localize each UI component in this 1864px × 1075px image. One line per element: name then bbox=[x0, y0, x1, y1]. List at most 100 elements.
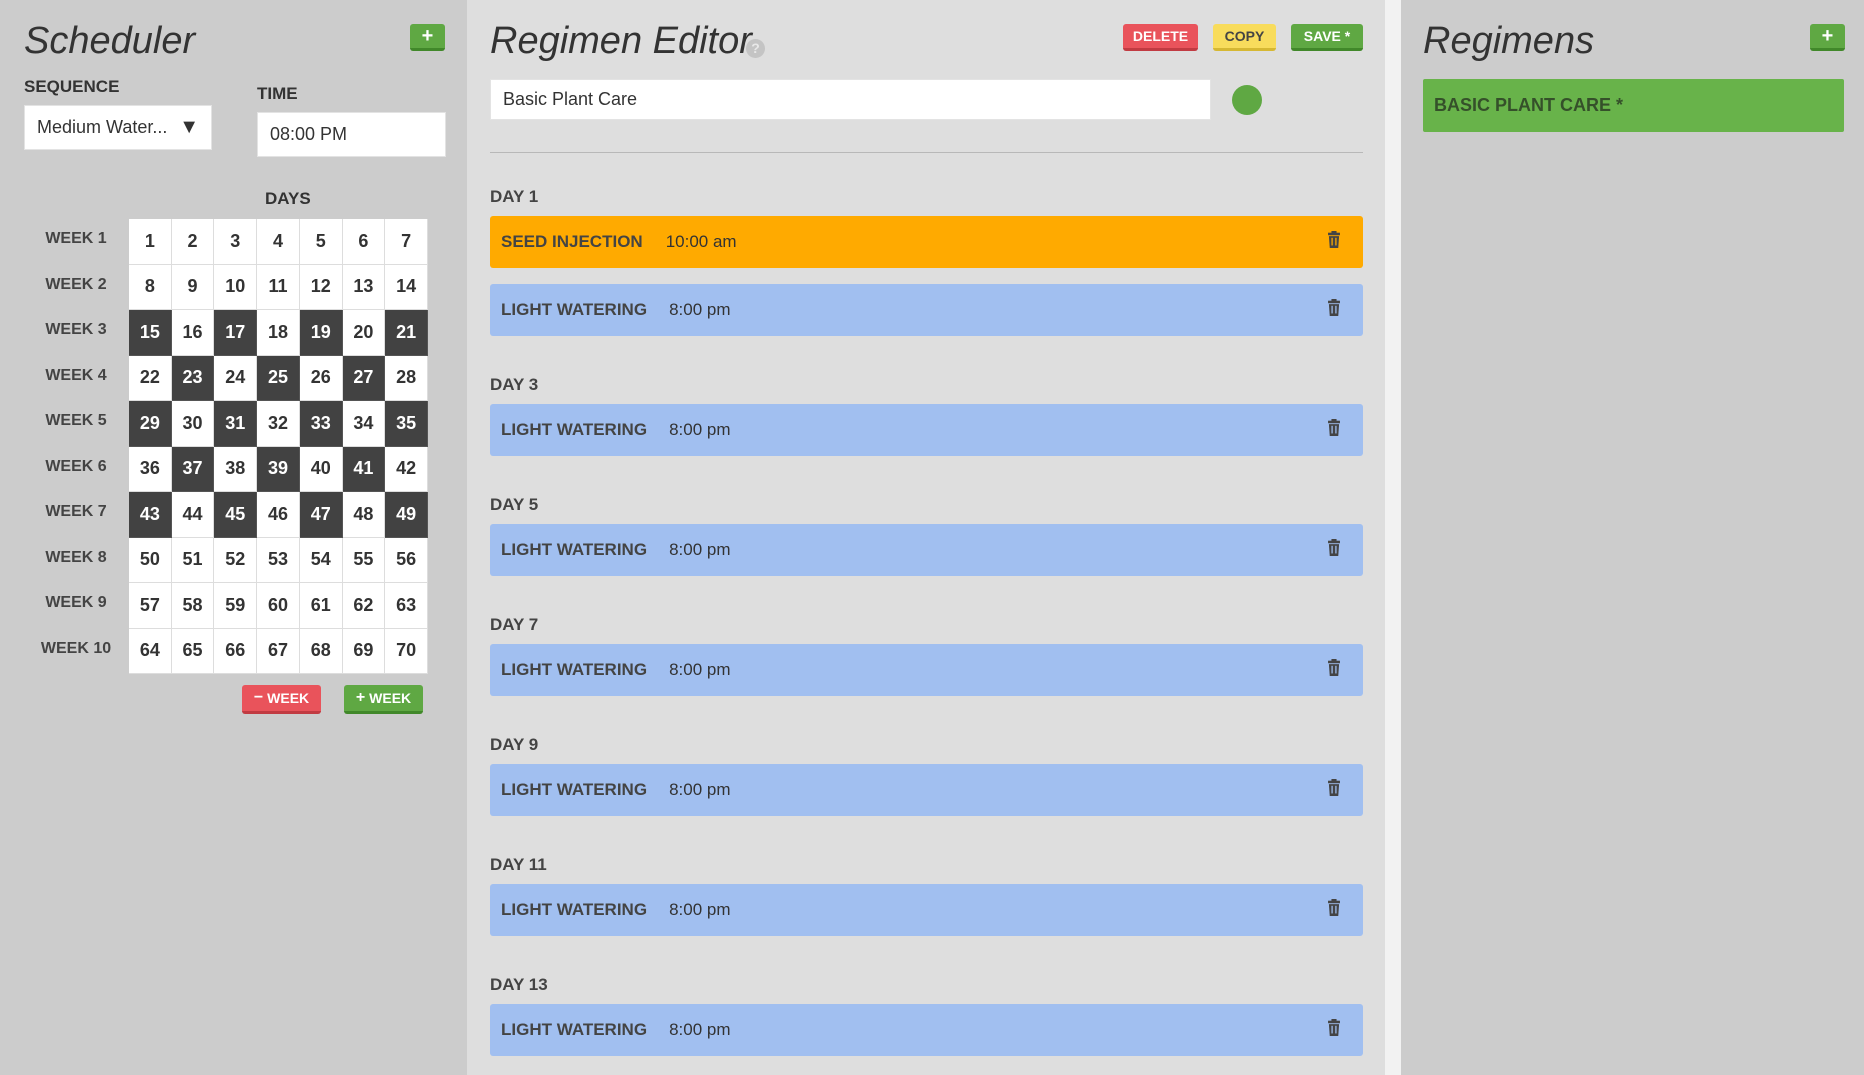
time-input[interactable]: 08:00 PM bbox=[257, 112, 446, 157]
day-cell[interactable]: 52 bbox=[214, 537, 258, 583]
regimen-item[interactable]: LIGHT WATERING 8:00 pm bbox=[490, 284, 1363, 336]
day-cell[interactable]: 35 bbox=[385, 401, 428, 447]
day-cell[interactable]: 36 bbox=[129, 446, 172, 492]
trash-icon[interactable] bbox=[1327, 299, 1343, 319]
day-cell[interactable]: 27 bbox=[342, 355, 386, 401]
day-cell[interactable]: 65 bbox=[171, 628, 215, 674]
regimen-item[interactable]: LIGHT WATERING 8:00 pm bbox=[490, 1004, 1363, 1056]
day-cell[interactable]: 48 bbox=[342, 492, 386, 538]
day-cell[interactable]: 64 bbox=[129, 628, 172, 674]
day-cell[interactable]: 6 bbox=[342, 219, 386, 265]
day-cell[interactable]: 12 bbox=[299, 264, 343, 310]
day-cell[interactable]: 33 bbox=[299, 401, 343, 447]
day-cell[interactable]: 21 bbox=[385, 310, 428, 356]
day-cell[interactable]: 50 bbox=[129, 537, 172, 583]
day-cell[interactable]: 28 bbox=[385, 355, 428, 401]
copy-button[interactable]: COPY bbox=[1213, 24, 1276, 51]
day-cell[interactable]: 41 bbox=[342, 446, 386, 492]
day-cell[interactable]: 54 bbox=[299, 537, 343, 583]
day-cell[interactable]: 53 bbox=[257, 537, 300, 583]
trash-icon[interactable] bbox=[1327, 231, 1343, 251]
day-cell[interactable]: 38 bbox=[214, 446, 258, 492]
day-cell[interactable]: 40 bbox=[299, 446, 343, 492]
day-cell[interactable]: 44 bbox=[171, 492, 215, 538]
day-cell[interactable]: 57 bbox=[129, 583, 172, 629]
regimen-item[interactable]: LIGHT WATERING 8:00 pm bbox=[490, 884, 1363, 936]
day-cell[interactable]: 4 bbox=[257, 219, 300, 265]
save-button[interactable]: SAVE * bbox=[1291, 24, 1363, 51]
trash-icon[interactable] bbox=[1327, 539, 1343, 559]
trash-icon[interactable] bbox=[1327, 659, 1343, 679]
day-cell[interactable]: 31 bbox=[214, 401, 258, 447]
day-cell[interactable]: 60 bbox=[257, 583, 300, 629]
day-cell[interactable]: 14 bbox=[385, 264, 428, 310]
day-cell[interactable]: 34 bbox=[342, 401, 386, 447]
day-cell[interactable]: 69 bbox=[342, 628, 386, 674]
day-cell[interactable]: 17 bbox=[214, 310, 258, 356]
day-cell[interactable]: 49 bbox=[385, 492, 428, 538]
day-cell[interactable]: 10 bbox=[214, 264, 258, 310]
day-cell[interactable]: 18 bbox=[257, 310, 300, 356]
color-picker[interactable] bbox=[1232, 85, 1262, 115]
day-cell[interactable]: 2 bbox=[171, 219, 215, 265]
trash-icon[interactable] bbox=[1327, 899, 1343, 919]
day-cell[interactable]: 3 bbox=[214, 219, 258, 265]
day-cell[interactable]: 46 bbox=[257, 492, 300, 538]
day-cell[interactable]: 1 bbox=[129, 219, 172, 265]
day-cell[interactable]: 15 bbox=[129, 310, 172, 356]
day-cell[interactable]: 67 bbox=[257, 628, 300, 674]
day-cell[interactable]: 63 bbox=[385, 583, 428, 629]
day-cell[interactable]: 43 bbox=[129, 492, 172, 538]
regimen-item[interactable]: LIGHT WATERING 8:00 pm bbox=[490, 404, 1363, 456]
day-cell[interactable]: 8 bbox=[129, 264, 172, 310]
day-cell[interactable]: 26 bbox=[299, 355, 343, 401]
day-cell[interactable]: 16 bbox=[171, 310, 215, 356]
regimen-item[interactable]: SEED INJECTION 10:00 am bbox=[490, 216, 1363, 268]
day-cell[interactable]: 58 bbox=[171, 583, 215, 629]
help-icon[interactable]: ? bbox=[746, 39, 765, 58]
day-cell[interactable]: 55 bbox=[342, 537, 386, 583]
day-cell[interactable]: 51 bbox=[171, 537, 215, 583]
trash-icon[interactable] bbox=[1327, 779, 1343, 799]
add-schedule-button[interactable]: + bbox=[410, 24, 445, 51]
day-cell[interactable]: 19 bbox=[299, 310, 343, 356]
trash-icon[interactable] bbox=[1327, 1019, 1343, 1039]
day-cell[interactable]: 61 bbox=[299, 583, 343, 629]
day-cell[interactable]: 70 bbox=[385, 628, 428, 674]
regimen-list-item[interactable]: BASIC PLANT CARE * bbox=[1423, 79, 1844, 132]
trash-icon[interactable] bbox=[1327, 419, 1343, 439]
day-cell[interactable]: 29 bbox=[129, 401, 172, 447]
regimen-item[interactable]: LIGHT WATERING 8:00 pm bbox=[490, 764, 1363, 816]
add-week-button[interactable]: + WEEK bbox=[344, 685, 423, 714]
day-cell[interactable]: 47 bbox=[299, 492, 343, 538]
day-cell[interactable]: 25 bbox=[257, 355, 300, 401]
day-cell[interactable]: 23 bbox=[171, 355, 215, 401]
regimen-name-input[interactable]: Basic Plant Care bbox=[490, 79, 1211, 120]
day-cell[interactable]: 11 bbox=[257, 264, 300, 310]
day-cell[interactable]: 13 bbox=[342, 264, 386, 310]
regimen-item[interactable]: LIGHT WATERING 8:00 pm bbox=[490, 524, 1363, 576]
day-cell[interactable]: 66 bbox=[214, 628, 258, 674]
day-cell[interactable]: 5 bbox=[299, 219, 343, 265]
day-cell[interactable]: 7 bbox=[385, 219, 428, 265]
day-cell[interactable]: 56 bbox=[385, 537, 428, 583]
add-regimen-button[interactable]: + bbox=[1810, 24, 1845, 51]
sequence-select[interactable]: Medium Water... ▼ bbox=[24, 105, 212, 150]
day-cell[interactable]: 39 bbox=[257, 446, 300, 492]
day-cell[interactable]: 22 bbox=[129, 355, 172, 401]
delete-button[interactable]: DELETE bbox=[1123, 24, 1198, 51]
remove-week-button[interactable]: − WEEK bbox=[242, 685, 321, 714]
day-cell[interactable]: 37 bbox=[171, 446, 215, 492]
week-label: WEEK 6 bbox=[45, 457, 107, 475]
day-cell[interactable]: 59 bbox=[214, 583, 258, 629]
day-cell[interactable]: 24 bbox=[214, 355, 258, 401]
day-cell[interactable]: 9 bbox=[171, 264, 215, 310]
day-cell[interactable]: 32 bbox=[257, 401, 300, 447]
day-cell[interactable]: 30 bbox=[171, 401, 215, 447]
day-cell[interactable]: 68 bbox=[299, 628, 343, 674]
day-cell[interactable]: 62 bbox=[342, 583, 386, 629]
regimen-item[interactable]: LIGHT WATERING 8:00 pm bbox=[490, 644, 1363, 696]
day-cell[interactable]: 45 bbox=[214, 492, 258, 538]
day-cell[interactable]: 42 bbox=[385, 446, 428, 492]
day-cell[interactable]: 20 bbox=[342, 310, 386, 356]
